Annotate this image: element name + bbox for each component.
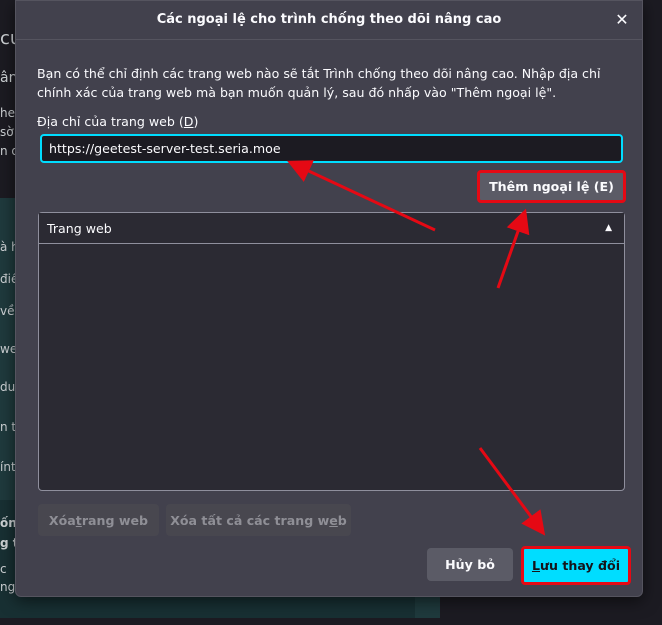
remove-website-text-end: rang web xyxy=(81,512,149,528)
websites-table[interactable]: Trang web ▲ xyxy=(38,212,625,491)
close-icon: ✕ xyxy=(615,9,629,29)
remove-all-text: Xóa tất cả các trang w xyxy=(170,512,330,528)
exceptions-dialog: Các ngoại lệ cho trình chống theo dõi nâ… xyxy=(15,0,643,597)
remove-all-accesskey: e xyxy=(329,512,338,528)
background-text: ínt xyxy=(0,460,16,474)
background-text: sờ xyxy=(0,125,14,139)
save-text: ưu thay đổi xyxy=(540,558,621,573)
title-separator xyxy=(16,39,642,40)
address-label-text: Địa chỉ của trang web ( xyxy=(37,114,184,129)
address-label-accesskey: D xyxy=(183,114,194,129)
background-text: ng xyxy=(0,580,16,594)
cancel-button[interactable]: Hủy bỏ xyxy=(427,548,513,581)
remove-all-websites-button[interactable]: Xóa tất cả các trang web xyxy=(166,504,351,536)
website-address-input[interactable] xyxy=(40,134,623,163)
background-text: he xyxy=(0,106,15,120)
add-exception-button[interactable]: Thêm ngoại lệ (E) xyxy=(477,170,626,203)
dialog-description: Bạn có thể chỉ định các trang web nào sẽ… xyxy=(37,66,601,100)
address-label: Địa chỉ của trang web (D) xyxy=(37,114,198,129)
save-changes-button[interactable]: Lưu thay đổi xyxy=(521,546,631,585)
dialog-title: Các ngoại lệ cho trình chống theo dõi nâ… xyxy=(156,12,502,27)
column-header-label: Trang web xyxy=(47,220,112,236)
background-text: c xyxy=(0,562,7,576)
sort-ascending-icon: ▲ xyxy=(605,223,612,233)
remove-all-text-end: b xyxy=(337,512,347,528)
remove-website-button[interactable]: Xóa t rang web xyxy=(38,504,159,536)
save-accesskey: L xyxy=(531,558,541,573)
close-button[interactable]: ✕ xyxy=(610,7,634,31)
background-text: du xyxy=(0,380,16,394)
address-label-end: ) xyxy=(193,114,199,129)
remove-website-text: Xóa xyxy=(48,512,76,528)
table-header-website[interactable]: Trang web ▲ xyxy=(39,213,624,244)
